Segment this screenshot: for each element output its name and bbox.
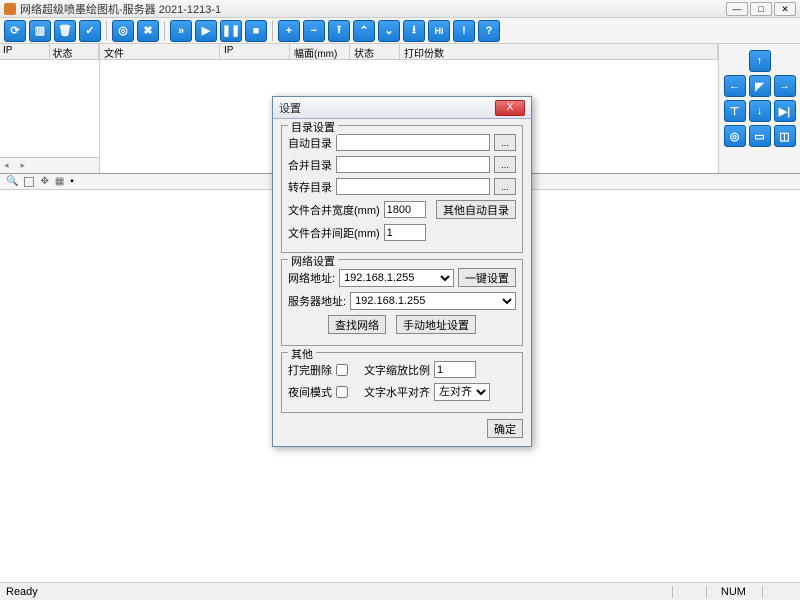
- hi-button[interactable]: Hi: [428, 20, 450, 42]
- status-blank1: [672, 586, 704, 598]
- maximize-button[interactable]: □: [750, 2, 772, 16]
- net-addr-select[interactable]: 192.168.1.255: [339, 269, 454, 287]
- device-list-body[interactable]: [0, 60, 99, 157]
- nav-right-icon[interactable]: →: [774, 75, 796, 97]
- col-status2: 状态: [350, 44, 400, 59]
- server-addr-select[interactable]: 192.168.1.255: [350, 292, 516, 310]
- zoom-icon[interactable]: 🔍: [6, 176, 18, 187]
- delete-after-print-checkbox[interactable]: [336, 364, 348, 376]
- refresh-icon[interactable]: ⟳: [4, 20, 26, 42]
- one-click-button[interactable]: 一键设置: [458, 268, 516, 287]
- merge-gap-input[interactable]: [384, 224, 426, 241]
- merge-dir-label: 合并目录: [288, 157, 332, 173]
- merge-width-input[interactable]: [384, 201, 426, 218]
- window-titlebar: 网络超级喷墨绘图机-服务器 2021-1213-1 — □ ✕: [0, 0, 800, 18]
- server-addr-label: 服务器地址:: [288, 293, 346, 309]
- fit-icon[interactable]: [24, 177, 34, 187]
- network-group-label: 网络设置: [288, 253, 338, 269]
- move-up-icon[interactable]: ⭱: [328, 20, 350, 42]
- manual-addr-button[interactable]: 手动地址设置: [396, 315, 476, 334]
- merge-dir-browse-button[interactable]: ...: [494, 156, 516, 173]
- columns-icon[interactable]: ▥: [29, 20, 51, 42]
- merge-gap-label: 文件合并间距(mm): [288, 225, 380, 241]
- dialog-titlebar[interactable]: 设置 X: [273, 97, 531, 119]
- nav-panel: ↑ ← ◤ → ⊤ ↓ ▶| ◎ ▭ ◫: [718, 44, 800, 173]
- nav-down-icon[interactable]: ↓: [749, 100, 771, 122]
- directory-group-label: 目录设置: [288, 119, 338, 135]
- plus-icon[interactable]: +: [278, 20, 300, 42]
- text-align-label: 文字水平对齐: [364, 384, 430, 400]
- statusbar: Ready NUM: [0, 582, 800, 600]
- nav-doc-icon[interactable]: ◫: [774, 125, 796, 147]
- tools-icon[interactable]: ✖: [137, 20, 159, 42]
- directory-group: 目录设置 自动目录 ... 合并目录 ... 转存目录 ... 文件合并宽度(m…: [281, 125, 523, 253]
- other-group: 其他 打完删除 文字缩放比例 夜间模式 文字水平对齐 左对齐: [281, 352, 523, 413]
- fast-forward-icon[interactable]: »: [170, 20, 192, 42]
- other-auto-dir-button[interactable]: 其他自动目录: [436, 200, 516, 219]
- auto-dir-browse-button[interactable]: ...: [494, 134, 516, 151]
- device-list-footer: ◂▸: [0, 157, 99, 173]
- status-ready: Ready: [6, 586, 672, 598]
- nav-up-icon[interactable]: ↑: [749, 50, 771, 72]
- check-icon[interactable]: ✓: [79, 20, 101, 42]
- col-ip2: IP: [220, 44, 290, 59]
- save-icon[interactable]: ▪: [70, 176, 74, 187]
- ok-button[interactable]: 确定: [487, 419, 523, 438]
- help-icon[interactable]: ?: [478, 20, 500, 42]
- play-icon[interactable]: ▶: [195, 20, 217, 42]
- text-align-select[interactable]: 左对齐: [434, 383, 490, 401]
- stop-icon[interactable]: ■: [245, 20, 267, 42]
- other-group-label: 其他: [288, 346, 316, 362]
- network-group: 网络设置 网络地址: 192.168.1.255 一键设置 服务器地址: 192…: [281, 259, 523, 346]
- delete-after-print-label: 打完删除: [288, 362, 332, 378]
- expand-down-icon[interactable]: ⌄: [378, 20, 400, 42]
- minus-icon[interactable]: −: [303, 20, 325, 42]
- status-blank2: [762, 586, 794, 598]
- cursor-icon[interactable]: ✥: [40, 176, 48, 187]
- net-addr-label: 网络地址:: [288, 270, 335, 286]
- target-icon[interactable]: ◎: [112, 20, 134, 42]
- save-dir-label: 转存目录: [288, 179, 332, 195]
- nav-left-icon[interactable]: ←: [724, 75, 746, 97]
- dialog-title: 设置: [279, 100, 495, 116]
- col-status: 状态: [50, 44, 100, 59]
- move-down-icon[interactable]: ⭳: [403, 20, 425, 42]
- nav-origin-icon[interactable]: ◎: [724, 125, 746, 147]
- auto-dir-label: 自动目录: [288, 135, 332, 151]
- col-copies: 打印份数: [400, 44, 718, 59]
- merge-dir-input[interactable]: [336, 156, 490, 173]
- dialog-close-button[interactable]: X: [495, 100, 525, 116]
- app-icon: [4, 3, 16, 15]
- auto-dir-input[interactable]: [336, 134, 490, 151]
- find-network-button[interactable]: 查找网络: [328, 315, 386, 334]
- save-dir-input[interactable]: [336, 178, 490, 195]
- minimize-button[interactable]: —: [726, 2, 748, 16]
- night-mode-label: 夜间模式: [288, 384, 332, 400]
- device-list-panel: IP 状态 ◂▸: [0, 44, 100, 173]
- nav-top-icon[interactable]: ⊤: [724, 100, 746, 122]
- collapse-up-icon[interactable]: ⌃: [353, 20, 375, 42]
- nav-rect-icon[interactable]: ▭: [749, 125, 771, 147]
- merge-width-label: 文件合并宽度(mm): [288, 202, 380, 218]
- settings-dialog: 设置 X 目录设置 自动目录 ... 合并目录 ... 转存目录 ... 文件合…: [272, 96, 532, 447]
- alert-icon[interactable]: !: [453, 20, 475, 42]
- nav-end-icon[interactable]: ▶|: [774, 100, 796, 122]
- delete-icon[interactable]: 🗑: [54, 20, 76, 42]
- pause-icon[interactable]: ❚❚: [220, 20, 242, 42]
- close-button[interactable]: ✕: [774, 2, 796, 16]
- status-num: NUM: [706, 586, 760, 598]
- window-title: 网络超级喷墨绘图机-服务器 2021-1213-1: [20, 1, 726, 17]
- col-width: 幅面(mm): [290, 44, 350, 59]
- col-ip: IP: [0, 44, 50, 59]
- night-mode-checkbox[interactable]: [336, 386, 348, 398]
- text-scale-label: 文字缩放比例: [364, 362, 430, 378]
- grid-icon[interactable]: ▦: [55, 176, 64, 187]
- text-scale-input[interactable]: [434, 361, 476, 378]
- save-dir-browse-button[interactable]: ...: [494, 178, 516, 195]
- main-toolbar: ⟳ ▥ 🗑 ✓ ◎ ✖ » ▶ ❚❚ ■ + − ⭱ ⌃ ⌄ ⭳ Hi ! ?: [0, 18, 800, 44]
- col-file: 文件: [100, 44, 220, 59]
- nav-center-icon[interactable]: ◤: [749, 75, 771, 97]
